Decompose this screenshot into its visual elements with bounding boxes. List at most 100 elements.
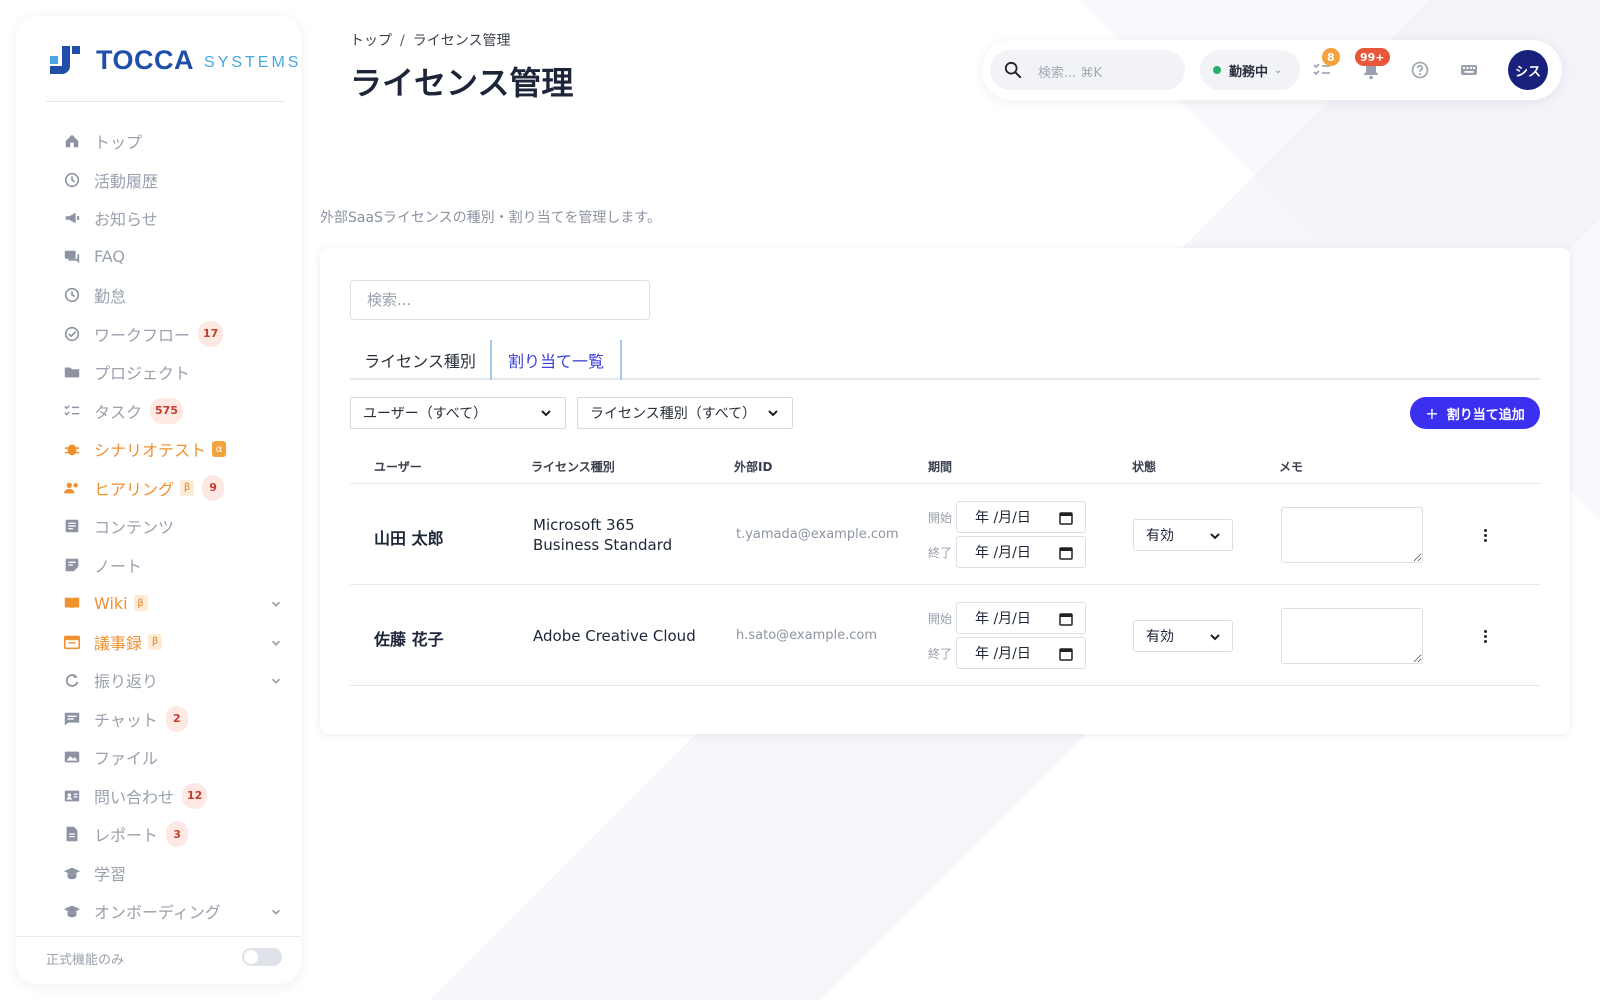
sidebar-item-chat[interactable]: チャット 2 — [46, 700, 286, 739]
chevron-down-icon[interactable] — [270, 637, 282, 652]
tab-license-types[interactable]: ライセンス種別 — [350, 340, 490, 380]
assignment-search-input[interactable] — [350, 280, 650, 320]
graduation-cap-icon — [62, 901, 82, 921]
sidebar-item-bug[interactable]: シナリオテスト α — [46, 430, 286, 469]
sidebar-item-label: ファイル — [94, 749, 159, 769]
work-status-dropdown[interactable]: 勤務中 ⌄ — [1200, 50, 1300, 90]
external-id: t.yamada@example.com — [736, 527, 899, 542]
license-type-filter-select[interactable]: ライセンス種別（すべて） — [577, 397, 793, 429]
sidebar-item-label: プロジェクト — [94, 364, 191, 384]
logo[interactable]: TOCCA SYSTEMS — [48, 42, 301, 78]
logo-mark-icon — [48, 42, 84, 78]
book-icon — [62, 593, 82, 613]
article-icon — [62, 516, 82, 536]
user-filter-value: ユーザー（すべて） — [363, 406, 488, 422]
count-badge: 2 — [165, 705, 188, 732]
row-menu-kebab-icon[interactable] — [1480, 525, 1490, 545]
sidebar-item-book[interactable]: Wiki β — [46, 584, 286, 623]
count-badge: 3 — [166, 821, 189, 848]
chevron-down-icon — [1208, 529, 1222, 543]
sidebar-item-label: 振り返り — [94, 672, 159, 692]
notifications-button[interactable]: 99+ — [1355, 48, 1390, 80]
user-filter-select[interactable]: ユーザー（すべて） — [350, 397, 566, 429]
column-external-id: 外部ID — [734, 460, 773, 474]
end-date-input[interactable]: 年 /月/日 — [956, 536, 1086, 568]
sidebar-item-graduation-cap[interactable]: 学習 — [46, 854, 286, 893]
row-menu-kebab-icon[interactable] — [1480, 626, 1490, 646]
graduation-cap-icon — [62, 863, 82, 883]
license-type: Microsoft 365 Business Standard — [533, 515, 672, 555]
sidebar-item-article[interactable]: コンテンツ — [46, 507, 286, 546]
sidebar-item-home[interactable]: トップ — [46, 122, 286, 161]
notifications-badge: 99+ — [1355, 48, 1390, 66]
table-row: 佐藤 花子 Adobe Creative Cloud h.sato@exampl… — [350, 586, 1540, 686]
sidebar-item-chat-bubbles[interactable]: FAQ — [46, 238, 286, 277]
chevron-down-icon[interactable] — [270, 598, 282, 613]
license-type: Adobe Creative Cloud — [533, 626, 696, 646]
start-date-input[interactable]: 年 /月/日 — [956, 602, 1086, 634]
sidebar-item-label: シナリオテスト — [94, 441, 207, 461]
help-button[interactable] — [1410, 60, 1430, 80]
count-badge: 575 — [150, 397, 183, 424]
sidebar-item-label: ノート — [94, 556, 143, 576]
sidebar-item-history[interactable]: 活動履歴 — [46, 161, 286, 200]
sidebar-item-contact-card[interactable]: 問い合わせ 12 — [46, 777, 286, 816]
home-icon — [62, 131, 82, 151]
tasks-button[interactable]: 8 — [1312, 48, 1340, 80]
user-name: 佐藤 花子 — [374, 630, 444, 649]
official-features-toggle[interactable] — [242, 948, 282, 966]
sidebar-item-checklist[interactable]: タスク 575 — [46, 392, 286, 431]
checklist-icon — [62, 401, 82, 421]
column-status: 状態 — [1132, 460, 1157, 474]
end-date-input[interactable]: 年 /月/日 — [956, 637, 1086, 669]
license-type-line: Adobe Creative Cloud — [533, 627, 696, 645]
sidebar-item-refresh[interactable]: 振り返り — [46, 661, 286, 700]
plus-icon: + — [1425, 403, 1439, 423]
sidebar-item-calendar[interactable]: 議事録 β — [46, 623, 286, 662]
sidebar-item-label: FAQ — [94, 247, 125, 267]
calendar-icon — [62, 632, 82, 652]
checklist-icon — [1312, 63, 1332, 84]
stage-tag: β — [148, 633, 163, 650]
status-select[interactable]: 有効 — [1133, 620, 1233, 652]
table-header: ユーザー ライセンス種別 外部ID 期間 状態 メモ — [350, 444, 1540, 484]
sidebar-item-clock[interactable]: 勤怠 — [46, 276, 286, 315]
period-end-label: 終了 — [928, 546, 953, 560]
status-select[interactable]: 有効 — [1133, 519, 1233, 551]
start-date-input[interactable]: 年 /月/日 — [956, 501, 1086, 533]
sidebar-divider — [46, 101, 285, 102]
memo-textarea[interactable] — [1281, 608, 1423, 664]
tab-assignments[interactable]: 割り当て一覧 — [490, 340, 622, 380]
sidebar-item-people[interactable]: ヒアリング β 9 — [46, 469, 286, 508]
keyboard-shortcuts-button[interactable] — [1459, 60, 1479, 80]
sidebar-item-megaphone[interactable]: お知らせ — [46, 199, 286, 238]
sidebar-item-label: レポート — [94, 826, 159, 846]
license-card: ライセンス種別 割り当て一覧 ユーザー（すべて） ライセンス種別（すべて） + … — [320, 248, 1570, 734]
work-status-label: 勤務中 — [1229, 64, 1269, 80]
status-dot — [1213, 66, 1221, 74]
topbar: 検索... ⌘K 勤務中 ⌄ 8 99+ シス — [982, 40, 1562, 100]
sidebar-item-graduation-cap[interactable]: オンボーディング — [46, 892, 286, 931]
breadcrumb-home[interactable]: トップ — [350, 33, 392, 49]
table-row: 山田 太郎 Microsoft 365 Business Standard t.… — [350, 485, 1540, 585]
sidebar-item-label: ワークフロー — [94, 325, 191, 345]
chevron-down-icon[interactable] — [270, 906, 282, 921]
memo-textarea[interactable] — [1281, 507, 1423, 563]
sidebar-item-document[interactable]: レポート 3 — [46, 815, 286, 854]
add-assignment-label: 割り当て追加 — [1446, 407, 1525, 423]
sidebar-item-check-circle[interactable]: ワークフロー 17 — [46, 315, 286, 354]
chevron-down-icon[interactable] — [270, 675, 282, 690]
keyboard-icon — [1459, 65, 1479, 84]
sidebar-item-note[interactable]: ノート — [46, 546, 286, 585]
external-id: h.sato@example.com — [736, 628, 878, 643]
people-icon — [62, 478, 82, 498]
help-icon — [1410, 61, 1430, 84]
megaphone-icon — [62, 208, 82, 228]
global-search[interactable]: 検索... ⌘K — [990, 50, 1185, 90]
sidebar-item-images[interactable]: ファイル — [46, 738, 286, 777]
chat-bubbles-icon — [62, 247, 82, 267]
license-type-line: Microsoft 365 — [533, 516, 635, 534]
avatar[interactable]: シス — [1508, 50, 1548, 90]
sidebar-item-folder[interactable]: プロジェクト — [46, 353, 286, 392]
add-assignment-button[interactable]: + 割り当て追加 — [1410, 397, 1540, 429]
